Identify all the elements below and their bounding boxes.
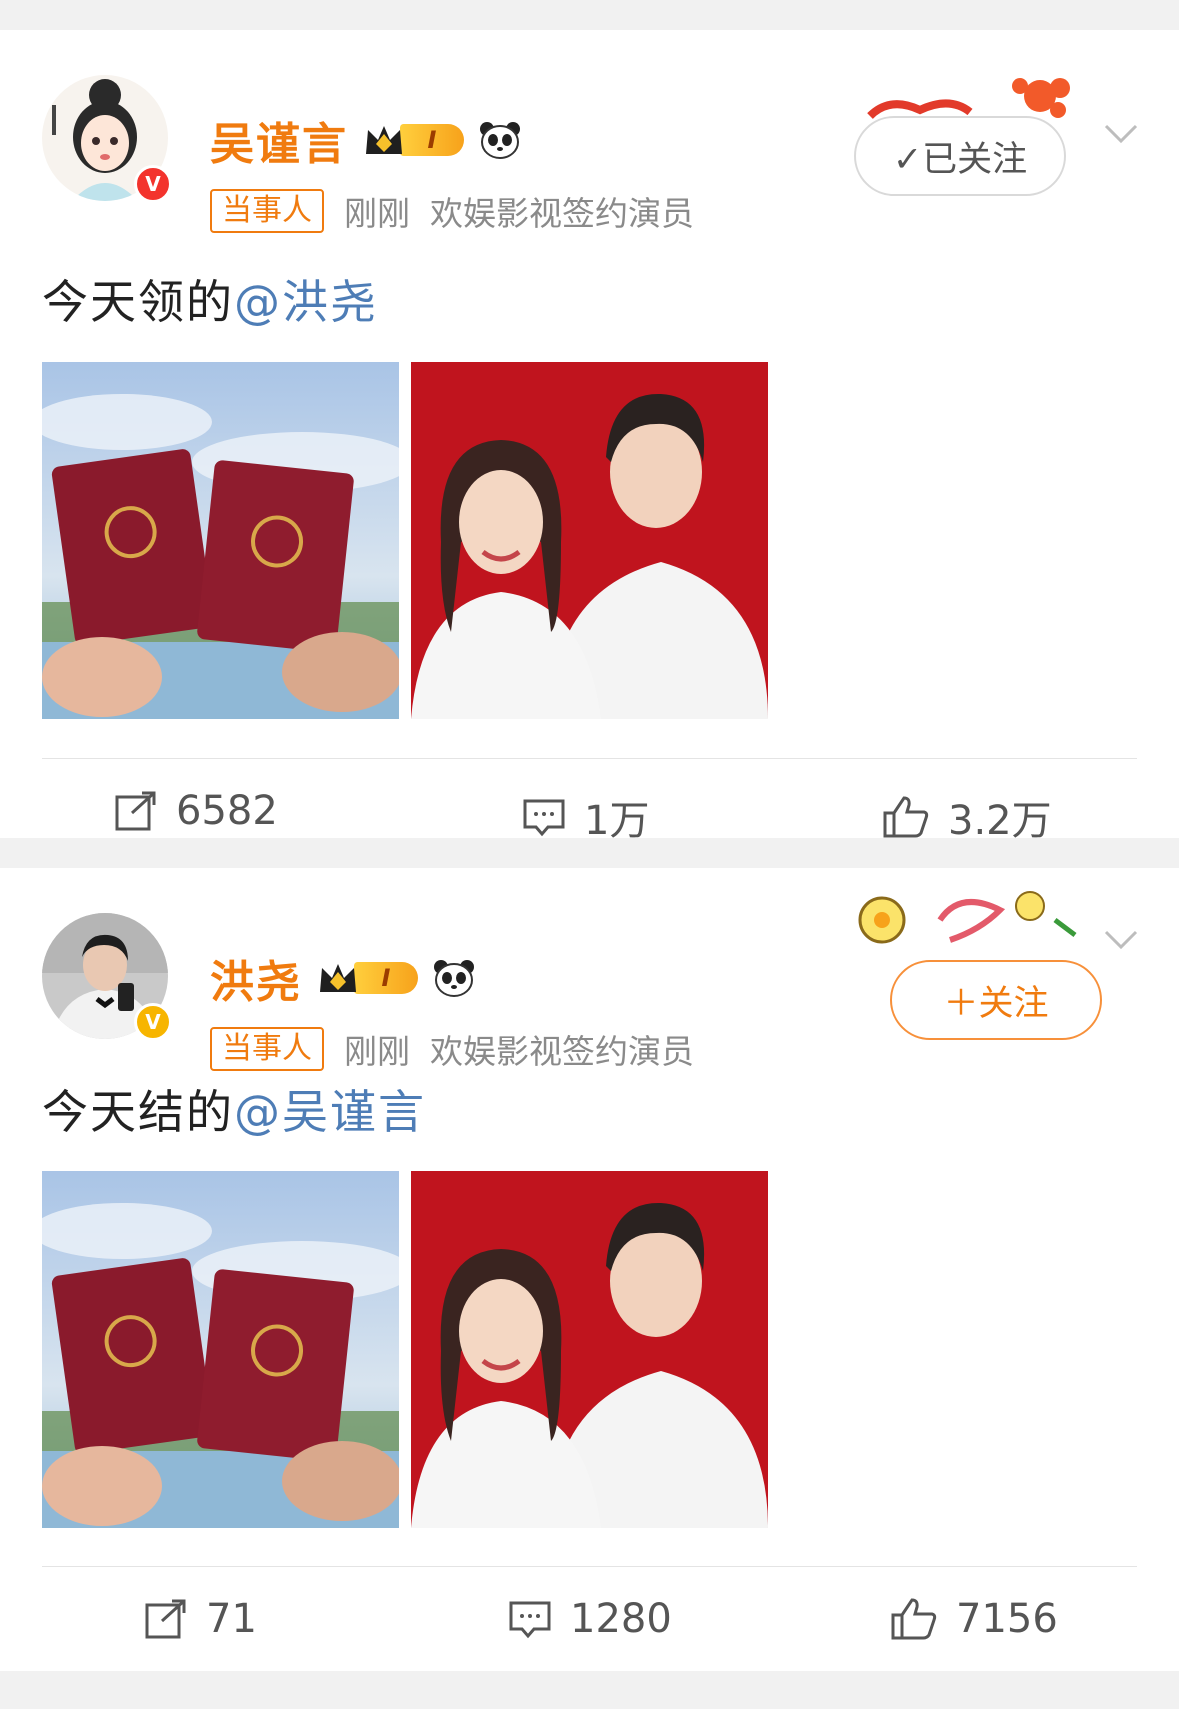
- comment-icon: [523, 799, 565, 837]
- post-source: 欢娱影视签约演员: [430, 194, 694, 233]
- verified-badge-icon: V: [134, 165, 172, 203]
- repost-button[interactable]: 6582: [114, 788, 278, 834]
- repost-count: 71: [206, 1596, 257, 1642]
- followed-button[interactable]: ✓已关注: [854, 116, 1066, 196]
- repost-icon: [145, 1599, 186, 1639]
- follow-button[interactable]: ＋关注: [890, 960, 1102, 1040]
- like-icon: [891, 1598, 937, 1640]
- repost-button[interactable]: 71: [144, 1596, 257, 1642]
- photo-marriage-certificates[interactable]: [42, 1171, 399, 1528]
- like-count: 3.2万: [948, 798, 1052, 844]
- chevron-down-icon[interactable]: [1104, 124, 1138, 144]
- like-button[interactable]: 3.2万: [882, 788, 1052, 846]
- top-gap: [0, 0, 1179, 30]
- panda-icon: [432, 958, 476, 998]
- post-text-body: 今天结的: [42, 1085, 234, 1139]
- username[interactable]: 吴谨言: [210, 108, 348, 172]
- vip-crown-icon: [316, 958, 360, 998]
- like-button[interactable]: 7156: [890, 1596, 1058, 1642]
- username[interactable]: 洪尧: [210, 946, 302, 1010]
- comment-count: 1万: [584, 798, 650, 844]
- party-tag: 当事人: [210, 189, 324, 233]
- post-text: 今天领的@洪尧: [42, 266, 378, 332]
- chevron-down-icon[interactable]: [1104, 930, 1138, 950]
- avatar[interactable]: V: [42, 75, 172, 203]
- action-bar: 71 1280 7156: [0, 1580, 1179, 1660]
- post-text-body: 今天领的: [42, 275, 234, 329]
- post-text: 今天结的@吴谨言: [42, 1076, 426, 1142]
- vip-badge[interactable]: I: [316, 957, 418, 999]
- comment-button[interactable]: 1280: [508, 1596, 672, 1642]
- post-time: 刚刚: [344, 1032, 410, 1071]
- mention-link[interactable]: @吴谨言: [234, 1085, 426, 1139]
- action-bar: 6582 1万 3.2万: [0, 772, 1179, 852]
- photo-marriage-certificates[interactable]: [42, 362, 399, 719]
- post-source: 欢娱影视签约演员: [430, 1032, 694, 1071]
- like-count: 7156: [956, 1596, 1058, 1642]
- vip-crown-icon: [362, 120, 406, 160]
- weibo-post: V 吴谨言 I 当事人 刚刚 欢娱影视签约演员 ✓已关注 今天领的@洪尧 658…: [0, 30, 1179, 844]
- vip-level: I: [400, 124, 464, 156]
- vip-badge[interactable]: I: [362, 119, 464, 161]
- vip-level: I: [354, 962, 418, 994]
- divider: [42, 1566, 1137, 1567]
- photo-couple[interactable]: [411, 362, 768, 719]
- comment-icon: [509, 1601, 551, 1639]
- party-tag: 当事人: [210, 1027, 324, 1071]
- comment-count: 1280: [570, 1596, 672, 1642]
- mention-link[interactable]: @洪尧: [234, 275, 378, 329]
- divider: [42, 758, 1137, 759]
- post-time: 刚刚: [344, 194, 410, 233]
- weibo-post: V 洪尧 I 当事人 刚刚 欢娱影视签约演员 ＋关注 今天结的@吴谨言 71 1…: [0, 868, 1179, 1671]
- avatar[interactable]: V: [42, 913, 172, 1041]
- panda-icon: [478, 120, 522, 160]
- repost-icon: [115, 791, 156, 831]
- repost-count: 6582: [176, 788, 278, 834]
- photo-couple[interactable]: [411, 1171, 768, 1528]
- like-icon: [883, 796, 929, 838]
- comment-button[interactable]: 1万: [522, 788, 649, 846]
- verified-badge-icon: V: [134, 1003, 172, 1041]
